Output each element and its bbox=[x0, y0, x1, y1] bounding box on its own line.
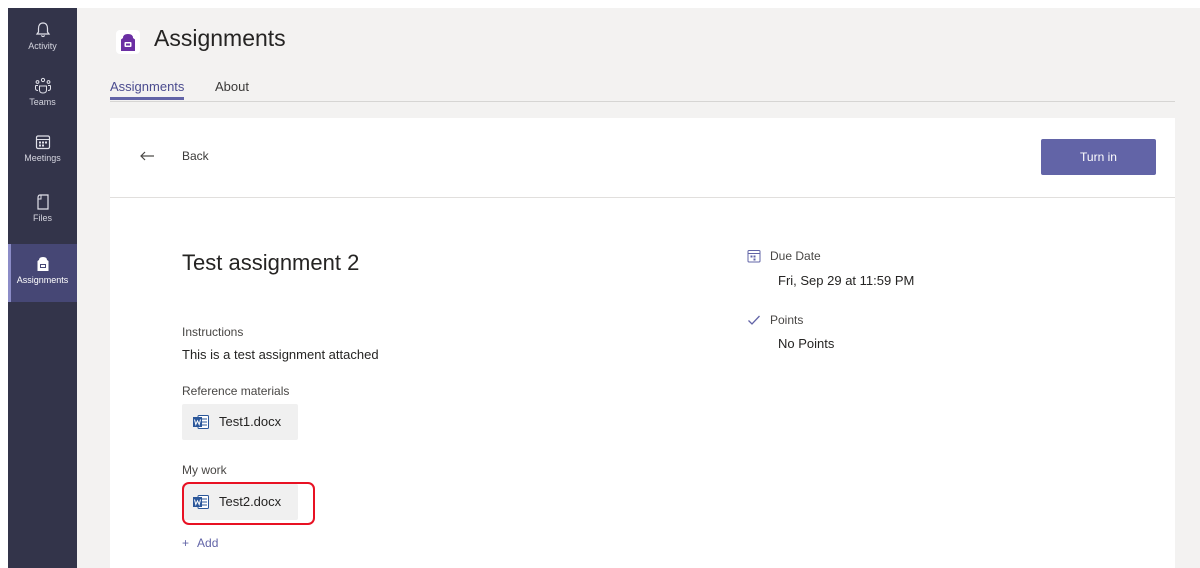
assignments-icon bbox=[37, 257, 48, 271]
calendar-icon bbox=[747, 250, 761, 263]
tab-assignments[interactable]: Assignments bbox=[110, 79, 185, 100]
back-arrow-icon[interactable] bbox=[139, 148, 155, 164]
calendar-icon bbox=[35, 135, 50, 150]
assignment-title: Test assignment 2 bbox=[182, 250, 360, 275]
my-work-label: My work bbox=[182, 463, 227, 477]
rail-item-files[interactable]: Files bbox=[8, 192, 77, 248]
add-label: Add bbox=[197, 536, 219, 550]
reference-materials-label: Reference materials bbox=[182, 384, 290, 398]
tab-bar: Assignments About bbox=[110, 78, 1175, 102]
file-name: Test1.docx bbox=[219, 414, 282, 429]
rail-item-label: Files bbox=[32, 213, 52, 223]
instructions-text: This is a test assignment attached bbox=[182, 347, 379, 362]
rail-item-label: Teams bbox=[29, 97, 56, 107]
my-work-file-chip[interactable]: Test2.docx bbox=[182, 484, 298, 520]
bell-icon bbox=[35, 22, 50, 38]
rail-item-assignments[interactable]: Assignments bbox=[8, 244, 77, 302]
word-icon bbox=[193, 495, 209, 509]
file-icon bbox=[36, 194, 49, 210]
points-label: Points bbox=[770, 313, 804, 327]
turn-in-button[interactable]: Turn in bbox=[1041, 139, 1156, 175]
teams-window: Activity Teams Meetings Files Assignment… bbox=[8, 8, 1200, 568]
checkmark-icon bbox=[748, 315, 760, 325]
add-work-button[interactable]: + Add bbox=[182, 536, 218, 550]
assignment-card: Back Turn in Test assignment 2 Instructi… bbox=[110, 118, 1175, 568]
file-name: Test2.docx bbox=[219, 494, 282, 509]
card-toolbar: Back Turn in bbox=[110, 118, 1175, 198]
rail-item-label: Activity bbox=[28, 41, 57, 51]
page-title: Assignments bbox=[154, 25, 286, 51]
points-value: No Points bbox=[778, 336, 835, 351]
rail-item-activity[interactable]: Activity bbox=[8, 20, 77, 76]
instructions-label: Instructions bbox=[182, 325, 244, 339]
assignments-app-icon bbox=[116, 30, 140, 54]
reference-file-chip[interactable]: Test1.docx bbox=[182, 404, 298, 440]
rail-item-label: Meetings bbox=[24, 153, 61, 163]
rail-item-meetings[interactable]: Meetings bbox=[8, 132, 77, 188]
due-date-value: Fri, Sep 29 at 11:59 PM bbox=[778, 273, 915, 288]
app-rail: Activity Teams Meetings Files Assignment… bbox=[8, 8, 77, 568]
teams-icon bbox=[34, 77, 51, 94]
tab-about[interactable]: About bbox=[215, 79, 249, 94]
due-date-label: Due Date bbox=[770, 249, 821, 263]
rail-item-label: Assignments bbox=[16, 275, 69, 285]
back-button[interactable]: Back bbox=[182, 149, 209, 163]
word-icon bbox=[193, 415, 209, 429]
plus-icon: + bbox=[182, 536, 190, 550]
rail-item-teams[interactable]: Teams bbox=[8, 76, 77, 132]
